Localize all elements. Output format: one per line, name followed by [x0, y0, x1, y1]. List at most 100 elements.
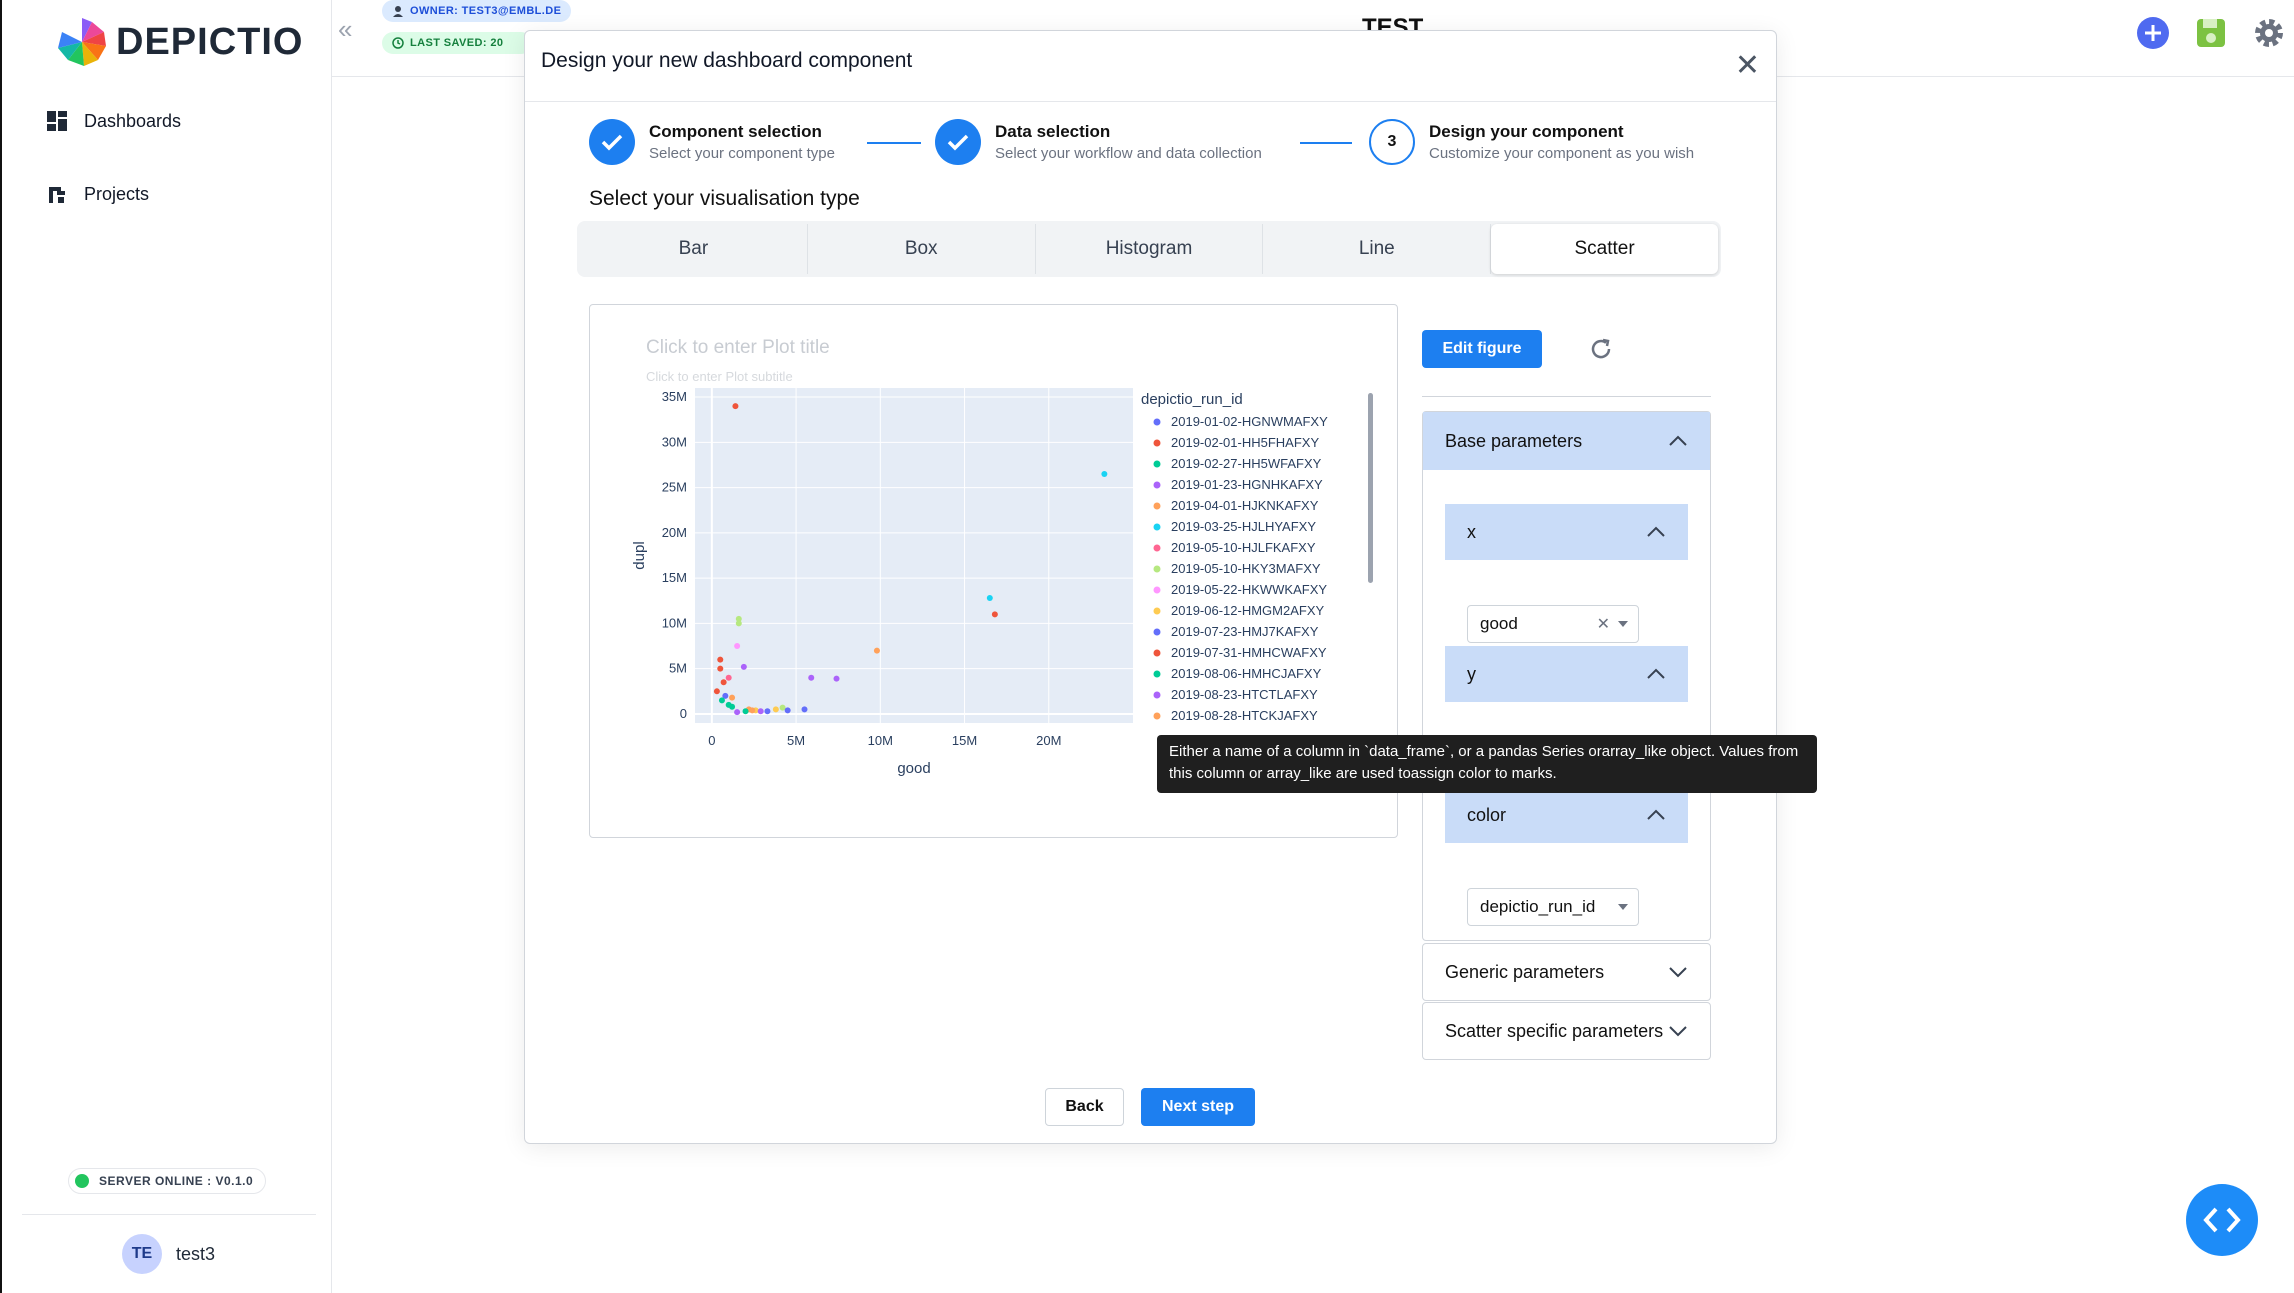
viz-type-box[interactable]: Box — [808, 224, 1036, 274]
design-component-modal: Design your new dashboard component ✕ Co… — [524, 30, 1777, 1144]
legend-marker — [1153, 418, 1161, 426]
data-point — [740, 663, 747, 670]
viz-type-selector: Bar Box Histogram Line Scatter — [577, 221, 1721, 277]
x-tick-label: 5M — [787, 733, 805, 748]
sidebar-item-label: Dashboards — [84, 110, 182, 131]
data-point — [720, 679, 727, 686]
plot-subtitle-input[interactable]: Click to enter Plot subtitle — [646, 369, 793, 384]
select-value: good — [1480, 614, 1518, 633]
accordion-label: color — [1467, 804, 1507, 825]
viz-type-histogram[interactable]: Histogram — [1036, 224, 1264, 274]
legend-title: depictio_run_id — [1141, 391, 1243, 408]
data-point — [729, 694, 736, 701]
modal-divider — [525, 101, 1776, 102]
legend-entry: 2019-05-10-HJLFKAFXY — [1171, 540, 1316, 555]
viz-type-scatter[interactable]: Scatter — [1491, 224, 1718, 274]
sidebar-item-dashboards[interactable]: Dashboards — [46, 110, 181, 132]
y-tick-label: 0 — [680, 706, 687, 721]
legend-entry: 2019-05-22-HKWWKAFXY — [1171, 582, 1327, 597]
y-tick-label: 15M — [662, 570, 687, 585]
projects-icon — [49, 187, 65, 203]
legend-marker — [1153, 439, 1161, 447]
user-profile[interactable]: TE test3 — [122, 1234, 215, 1274]
y-tick-label: 25M — [662, 480, 687, 495]
owner-badge: OWNER: TEST3@EMBL.DE — [382, 0, 572, 22]
edit-figure-button[interactable]: Edit figure — [1422, 330, 1542, 368]
modal-title: Design your new dashboard component — [541, 49, 913, 72]
plot-title-input[interactable]: Click to enter Plot title — [646, 337, 830, 359]
refresh-icon[interactable] — [1587, 335, 1615, 363]
status-dot-icon — [75, 1174, 89, 1188]
data-point — [833, 675, 840, 682]
data-point — [873, 647, 880, 654]
legend-marker — [1153, 628, 1161, 636]
viz-type-heading: Select your visualisation type — [589, 187, 860, 210]
legend-marker — [1153, 691, 1161, 699]
data-point — [742, 708, 749, 715]
legend-marker — [1153, 607, 1161, 615]
accordion-label: x — [1467, 521, 1476, 542]
color-select[interactable]: depictio_run_id — [1467, 888, 1639, 926]
x-tick-label: 10M — [868, 733, 893, 748]
data-point — [732, 403, 739, 410]
y-tick-label: 5M — [669, 661, 687, 676]
data-point — [986, 595, 993, 602]
data-point — [718, 697, 725, 704]
legend-entry: 2019-02-01-HH5FHAFXY — [1171, 435, 1319, 450]
viz-type-bar[interactable]: Bar — [580, 224, 808, 274]
user-name: test3 — [176, 1243, 216, 1264]
color-param-header[interactable]: color — [1445, 787, 1688, 843]
legend-entry: 2019-08-23-HTCTLAFXY — [1171, 687, 1318, 702]
step-connector — [1300, 142, 1352, 144]
app-logo[interactable]: DEPICTIO — [56, 16, 303, 68]
close-icon[interactable]: ✕ — [1735, 51, 1760, 81]
add-component-icon[interactable] — [2136, 16, 2170, 50]
generic-parameters-accordion[interactable]: Generic parameters — [1422, 943, 1711, 1001]
step-component-selection[interactable]: Component selection Select your componen… — [589, 119, 835, 165]
clear-icon[interactable]: ✕ — [1597, 614, 1610, 634]
legend-entry: 2019-02-27-HH5WFAFXY — [1171, 456, 1322, 471]
base-parameters-header[interactable]: Base parameters — [1423, 412, 1710, 470]
collapse-sidebar-icon[interactable]: « — [338, 14, 352, 45]
settings-gear-icon[interactable] — [2252, 16, 2286, 50]
user-icon — [393, 6, 403, 17]
x-select[interactable]: good ✕ — [1467, 605, 1639, 643]
y-tick-label: 10M — [662, 615, 687, 630]
legend-marker — [1153, 502, 1161, 510]
data-point — [772, 706, 779, 713]
data-point — [734, 709, 741, 716]
step-design-component[interactable]: 3 Design your component Customize your c… — [1369, 119, 1694, 165]
step-data-selection[interactable]: Data selection Select your workflow and … — [935, 119, 1262, 165]
viz-type-line[interactable]: Line — [1263, 224, 1492, 274]
data-point — [779, 704, 786, 711]
data-point — [734, 643, 741, 650]
owner-text: OWNER: TEST3@EMBL.DE — [410, 5, 562, 17]
legend-entry: 2019-06-12-HMGM2AFXY — [1171, 603, 1324, 618]
legend-entry: 2019-03-25-HJLHYAFXY — [1171, 519, 1316, 534]
legend-marker — [1153, 460, 1161, 468]
chevron-up-icon — [1647, 526, 1665, 537]
logo-text: DEPICTIO — [116, 20, 304, 63]
data-point — [991, 611, 998, 618]
clock-icon — [392, 37, 404, 49]
next-step-button[interactable]: Next step — [1141, 1088, 1255, 1126]
x-param-header[interactable]: x — [1445, 504, 1688, 560]
legend-entry: 2019-07-31-HMHCWAFXY — [1171, 645, 1327, 660]
x-tick-label: 0 — [708, 733, 715, 748]
data-point — [808, 674, 815, 681]
last-saved-badge: LAST SAVED: 20 — [382, 32, 532, 54]
code-toggle-button[interactable] — [2186, 1184, 2258, 1256]
scatter-parameters-accordion[interactable]: Scatter specific parameters — [1422, 1002, 1711, 1060]
step-desc: Select your workflow and data collection — [995, 145, 1262, 162]
plot-area — [695, 388, 1133, 723]
data-point — [717, 665, 724, 672]
legend-scrollbar[interactable] — [1368, 393, 1373, 583]
x-tick-label: 20M — [1036, 733, 1061, 748]
step-label: Data selection — [995, 122, 1111, 141]
data-point — [1101, 471, 1108, 478]
sidebar-item-projects[interactable]: Projects — [46, 183, 149, 205]
y-param-header[interactable]: y — [1445, 646, 1688, 702]
save-icon[interactable] — [2194, 16, 2228, 50]
back-button[interactable]: Back — [1045, 1088, 1124, 1126]
legend-marker — [1153, 481, 1161, 489]
